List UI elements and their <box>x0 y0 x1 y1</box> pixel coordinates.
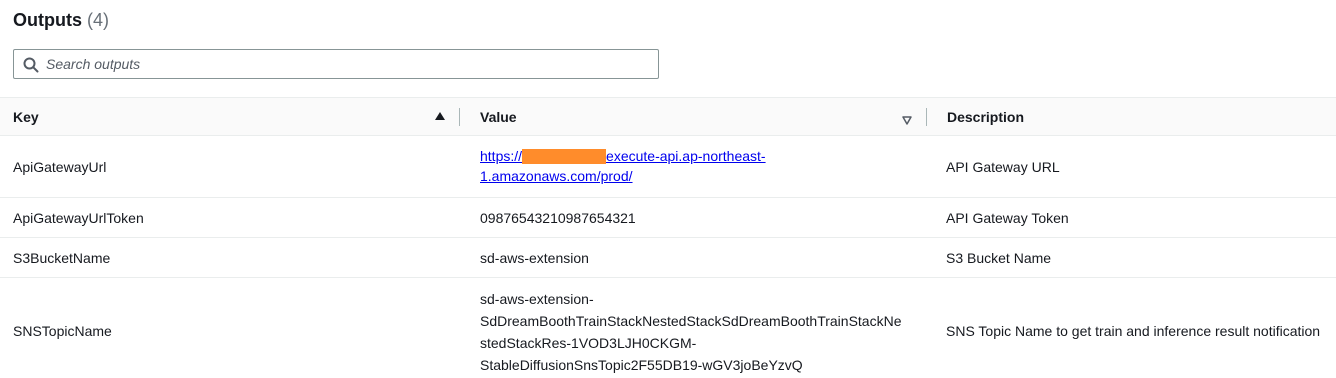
output-description: S3 Bucket Name <box>946 250 1052 266</box>
output-value: https://execute-api.ap-northeast- 1.amazo… <box>480 146 920 186</box>
output-value: sd-aws-extension- SdDreamBoothTrainStack… <box>480 291 902 373</box>
outputs-count: (4) <box>87 10 109 30</box>
sort-ascending-icon[interactable] <box>435 112 445 120</box>
column-divider[interactable] <box>926 108 927 126</box>
table-row: SNSTopicName sd-aws-extension- SdDreamBo… <box>0 278 1336 378</box>
table-row: ApiGatewayUrlToken 09876543210987654321 … <box>0 198 1336 238</box>
redacted-region <box>522 148 607 164</box>
search-box[interactable] <box>13 49 659 79</box>
search-icon <box>23 57 39 73</box>
page-title: Outputs <box>13 10 82 30</box>
column-divider[interactable] <box>459 108 460 126</box>
table-row: ApiGatewayUrl https://execute-api.ap-nor… <box>0 136 1336 198</box>
output-value: 09876543210987654321 <box>480 210 636 226</box>
output-key: S3BucketName <box>13 250 111 266</box>
api-gateway-url-link[interactable]: https://execute-api.ap-northeast- 1.amazo… <box>480 148 766 184</box>
output-key: SNSTopicName <box>13 323 112 339</box>
output-key: ApiGatewayUrlToken <box>13 210 144 226</box>
outputs-header: Outputs (4) <box>13 10 109 32</box>
column-header-value[interactable]: Value <box>480 98 517 136</box>
output-description: SNS Topic Name to get train and inferenc… <box>946 323 1321 339</box>
search-input[interactable] <box>46 50 646 78</box>
output-value: sd-aws-extension <box>480 250 589 266</box>
output-description: API Gateway Token <box>946 210 1069 226</box>
table-header: Key Value Description <box>0 97 1336 136</box>
outputs-table: Key Value Description ApiGatewayUrl http… <box>0 97 1336 378</box>
column-header-key[interactable]: Key <box>13 98 39 136</box>
column-header-description[interactable]: Description <box>947 98 1024 136</box>
table-row: S3BucketName sd-aws-extension S3 Bucket … <box>0 238 1336 278</box>
output-key: ApiGatewayUrl <box>13 159 107 175</box>
output-description: API Gateway URL <box>946 159 1060 175</box>
sort-descending-outline-icon[interactable] <box>902 112 912 125</box>
